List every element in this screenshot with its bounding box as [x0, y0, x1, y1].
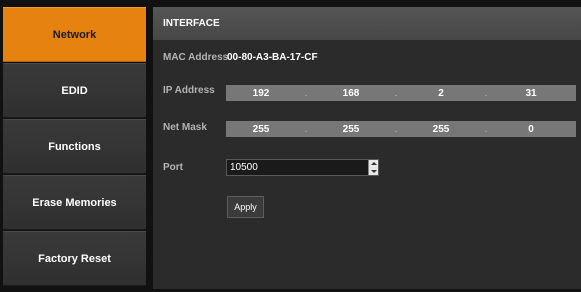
- mask-octet-3[interactable]: 255: [406, 124, 476, 135]
- octet-separator: .: [304, 87, 308, 99]
- section-header: INTERFACE: [153, 7, 581, 40]
- octet-separator: .: [484, 87, 488, 99]
- spin-down-icon[interactable]: [370, 169, 377, 173]
- ip-octet-2[interactable]: 168: [316, 88, 386, 99]
- mac-address-value: 00-80-A3-BA-17-CF: [227, 52, 318, 63]
- port-stepper[interactable]: [226, 159, 379, 176]
- sidebar-item-label: Erase Memories: [32, 196, 117, 209]
- mac-address-label: MAC Address: [163, 52, 229, 63]
- net-mask-label: Net Mask: [163, 122, 207, 133]
- spinner[interactable]: [368, 160, 378, 175]
- mask-octet-2[interactable]: 255: [316, 124, 386, 135]
- spin-up-icon[interactable]: [370, 162, 377, 166]
- octet-separator: .: [394, 87, 398, 99]
- sidebar-item-edid[interactable]: EDID: [3, 63, 146, 118]
- port-input[interactable]: [227, 160, 370, 175]
- sidebar-item-functions[interactable]: Functions: [3, 119, 146, 174]
- ip-octet-3[interactable]: 2: [406, 88, 476, 99]
- sidebar-item-label: Network: [52, 28, 97, 41]
- port-label: Port: [163, 162, 183, 173]
- ip-address-label: IP Address: [163, 85, 215, 96]
- sidebar-item-label: EDID: [61, 84, 88, 97]
- net-mask-field: 255 . 255 . 255 . 0: [226, 121, 576, 137]
- sidebar: Network EDID Functions Erase Memories Fa…: [3, 7, 146, 289]
- octet-separator: .: [484, 123, 488, 135]
- mask-octet-4[interactable]: 0: [496, 124, 566, 135]
- ip-octet-1[interactable]: 192: [226, 88, 296, 99]
- sidebar-item-label: Factory Reset: [38, 252, 111, 265]
- app-frame: Network EDID Functions Erase Memories Fa…: [0, 0, 581, 292]
- sidebar-item-erase-memories[interactable]: Erase Memories: [3, 175, 146, 230]
- sidebar-item-network[interactable]: Network: [3, 7, 146, 62]
- sidebar-item-label: Functions: [48, 140, 101, 153]
- ip-octet-4[interactable]: 31: [496, 88, 566, 99]
- interface-panel: INTERFACE MAC Address 00-80-A3-BA-17-CF …: [153, 7, 581, 289]
- mask-octet-1[interactable]: 255: [226, 124, 296, 135]
- octet-separator: .: [394, 123, 398, 135]
- ip-address-field: 192 . 168 . 2 . 31: [226, 85, 576, 101]
- apply-button[interactable]: Apply: [227, 196, 264, 218]
- sidebar-item-factory-reset[interactable]: Factory Reset: [3, 231, 146, 286]
- octet-separator: .: [304, 123, 308, 135]
